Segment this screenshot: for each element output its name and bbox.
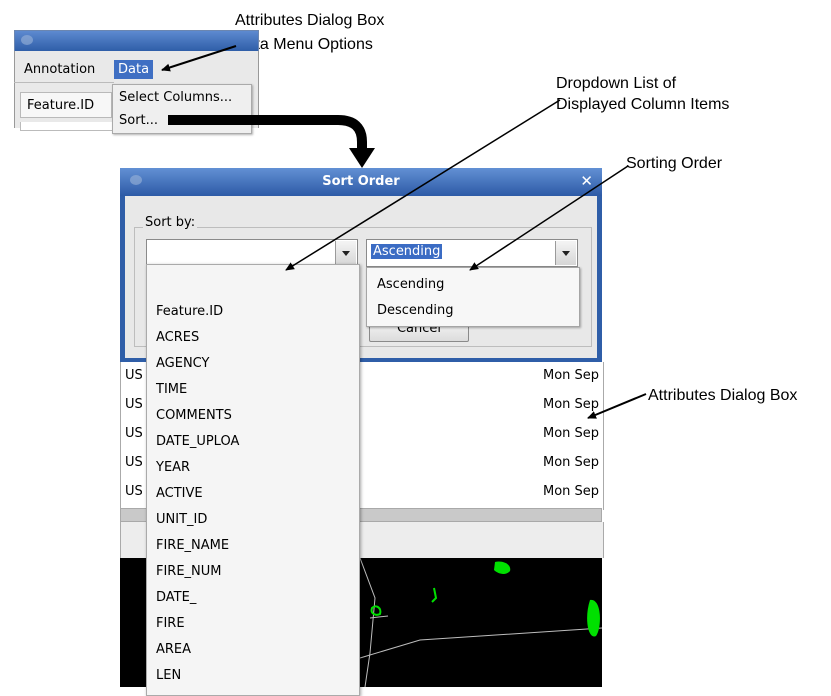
arrow-icon <box>168 115 367 148</box>
arrow-icon <box>161 45 237 72</box>
annotation-arrows <box>161 45 647 419</box>
arrow-icon <box>587 393 647 419</box>
arrow-icon <box>285 99 561 271</box>
arrow-icon <box>349 148 375 168</box>
arrow-icon <box>469 165 629 271</box>
